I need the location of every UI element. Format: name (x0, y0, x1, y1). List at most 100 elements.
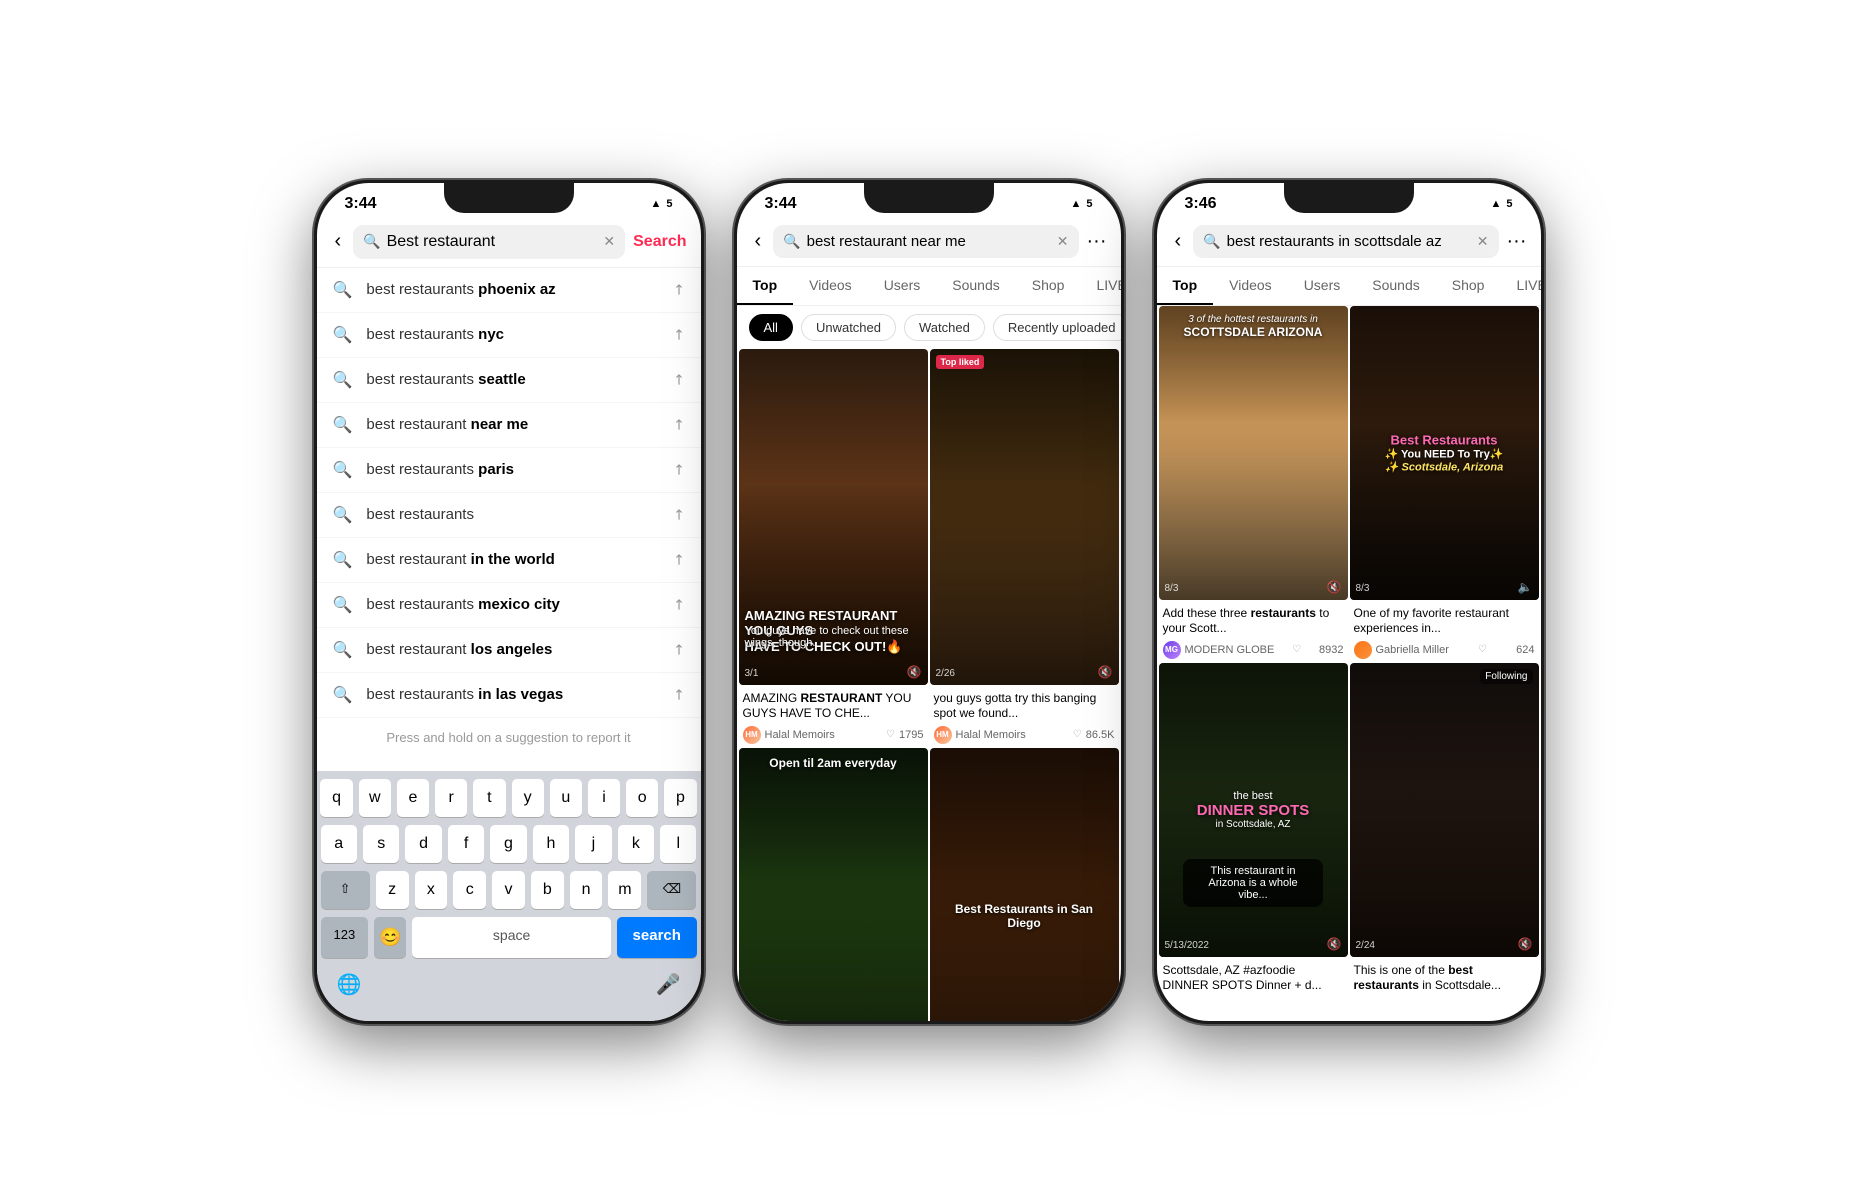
tab-live[interactable]: LIVE (1080, 267, 1120, 305)
tab-videos[interactable]: Videos (793, 267, 868, 305)
status-icons-1: ▲ 5 (650, 198, 672, 210)
search-icon: 🔍 (333, 325, 353, 345)
key-z[interactable]: z (376, 871, 409, 909)
more-menu-3[interactable]: ··· (1507, 230, 1527, 253)
key-u[interactable]: u (550, 779, 582, 817)
scotts-sound-1[interactable]: 🔇 (1327, 580, 1342, 594)
emoji-key[interactable]: 😊 (374, 917, 406, 958)
clear-button[interactable]: ✕ (603, 233, 615, 250)
results-search-box[interactable]: 🔍 best restaurant near me ✕ (773, 225, 1078, 258)
video-thumbnail-2[interactable]: Top liked 2/26 🔇 (930, 349, 1119, 685)
list-item[interactable]: 🔍 best restaurants paris ↗ (317, 448, 701, 493)
filter-unwatched[interactable]: Unwatched (801, 314, 896, 341)
key-e[interactable]: e (397, 779, 429, 817)
notch-2 (864, 183, 994, 213)
key-x[interactable]: x (415, 871, 448, 909)
key-q[interactable]: q (320, 779, 352, 817)
sound-icon-2[interactable]: 🔇 (1098, 665, 1113, 679)
video-meta-1: HM Halal Memoirs ♡ 1795 (743, 726, 924, 744)
key-t[interactable]: t (473, 779, 505, 817)
key-i[interactable]: i (588, 779, 620, 817)
list-item[interactable]: 🔍 best restaurants nyc ↗ (317, 313, 701, 358)
mic-icon[interactable]: 🎤 (656, 972, 681, 997)
search-icon: 🔍 (333, 505, 353, 525)
key-d[interactable]: d (405, 825, 441, 863)
list-item[interactable]: 🔍 best restaurants ↗ (317, 493, 701, 538)
key-y[interactable]: y (512, 779, 544, 817)
list-item[interactable]: 🔍 best restaurants seattle ↗ (317, 358, 701, 403)
search-box[interactable]: 🔍 Best restaurant ✕ (353, 225, 625, 259)
key-n[interactable]: n (570, 871, 603, 909)
scotts-thumbnail-1[interactable]: 3 of the hottest restaurants in SCOTTSDA… (1159, 306, 1348, 600)
filter-watched[interactable]: Watched (904, 314, 985, 341)
creator-avatar-2: HM (934, 726, 952, 744)
tab-users[interactable]: Users (868, 267, 937, 305)
scotts-thumbnail-2[interactable]: Best Restaurants ✨ You NEED To Try✨ ✨ Sc… (1350, 306, 1539, 600)
delete-key[interactable]: ⌫ (647, 871, 696, 909)
video-grid-2: AMAZING RESTAURANT YOU GUYSHAVE TO CHECK… (737, 349, 1121, 1021)
tab-top[interactable]: Top (737, 267, 794, 305)
list-item[interactable]: 🔍 best restaurant in the world ↗ (317, 538, 701, 583)
tab-top-3[interactable]: Top (1157, 267, 1214, 305)
shift-key[interactable]: ⇧ (321, 871, 370, 909)
more-menu[interactable]: ··· (1087, 230, 1107, 253)
tab-sounds[interactable]: Sounds (936, 267, 1015, 305)
search-button[interactable]: Search (633, 233, 686, 251)
back-button[interactable]: ‹ (331, 226, 346, 257)
search-enter-key[interactable]: search (617, 917, 697, 958)
key-a[interactable]: a (321, 825, 357, 863)
key-m[interactable]: m (608, 871, 641, 909)
key-g[interactable]: g (490, 825, 526, 863)
video-thumbnail-1[interactable]: AMAZING RESTAURANT YOU GUYSHAVE TO CHECK… (739, 349, 928, 685)
key-j[interactable]: j (575, 825, 611, 863)
back-button-2[interactable]: ‹ (751, 226, 766, 257)
video-thumbnail-4[interactable]: Best Restaurants in San Diego 8/9/2022 (930, 748, 1119, 1021)
key-p[interactable]: p (664, 779, 696, 817)
list-item[interactable]: 🔍 best restaurants in las vegas ↗ (317, 673, 701, 718)
scotts-thumbnail-4[interactable]: Following 2/24 🔇 (1350, 663, 1539, 957)
filter-recently-uploaded[interactable]: Recently uploaded (993, 314, 1121, 341)
key-r[interactable]: r (435, 779, 467, 817)
scotts-thumbnail-3[interactable]: the best DINNER SPOTS in Scottsdale, AZ … (1159, 663, 1348, 957)
clear-button-3[interactable]: ✕ (1477, 233, 1489, 250)
number-key[interactable]: 123 (321, 917, 369, 958)
space-key[interactable]: space (412, 917, 611, 958)
scotts-sound-3[interactable]: 🔇 (1327, 937, 1342, 951)
suggestion-text: best restaurant near me (366, 416, 658, 433)
vid-overlay-center: Best Restaurants in San Diego (939, 902, 1109, 930)
key-l[interactable]: l (660, 825, 696, 863)
key-h[interactable]: h (533, 825, 569, 863)
list-item[interactable]: 🔍 best restaurants mexico city ↗ (317, 583, 701, 628)
clear-button[interactable]: ✕ (1057, 233, 1069, 250)
key-b[interactable]: b (531, 871, 564, 909)
video-thumbnail-3[interactable]: Open til 2am everyday Atlanta's best new… (739, 748, 928, 1021)
tab-live-3[interactable]: LIVE (1500, 267, 1540, 305)
tab-shop[interactable]: Shop (1016, 267, 1081, 305)
key-c[interactable]: c (453, 871, 486, 909)
scotts-info-4: This is one of the best restaurants in S… (1350, 957, 1539, 994)
keyboard: q w e r t y u i o p a s d f g h j k l (317, 771, 701, 1021)
tab-users-3[interactable]: Users (1288, 267, 1357, 305)
filter-all[interactable]: All (749, 314, 793, 341)
notch-3 (1284, 183, 1414, 213)
keyboard-row-2: a s d f g h j k l (321, 825, 697, 863)
key-o[interactable]: o (626, 779, 658, 817)
tab-sounds-3[interactable]: Sounds (1356, 267, 1435, 305)
back-button-3[interactable]: ‹ (1171, 226, 1186, 257)
list-item[interactable]: 🔍 best restaurant near me ↗ (317, 403, 701, 448)
sound-icon-1[interactable]: 🔇 (907, 665, 922, 679)
scotts-sound-4[interactable]: 🔇 (1518, 937, 1533, 951)
key-v[interactable]: v (492, 871, 525, 909)
key-f[interactable]: f (448, 825, 484, 863)
results-search-box-3[interactable]: 🔍 best restaurants in scottsdale az ✕ (1193, 225, 1498, 258)
tab-shop-3[interactable]: Shop (1436, 267, 1501, 305)
key-s[interactable]: s (363, 825, 399, 863)
key-k[interactable]: k (618, 825, 654, 863)
search-input[interactable]: Best restaurant (387, 233, 598, 251)
tab-videos-3[interactable]: Videos (1213, 267, 1288, 305)
list-item[interactable]: 🔍 best restaurants phoenix az ↗ (317, 268, 701, 313)
scotts-sound-2[interactable]: 🔈 (1518, 580, 1533, 594)
key-w[interactable]: w (359, 779, 391, 817)
globe-icon[interactable]: 🌐 (337, 972, 362, 997)
list-item[interactable]: 🔍 best restaurant los angeles ↗ (317, 628, 701, 673)
